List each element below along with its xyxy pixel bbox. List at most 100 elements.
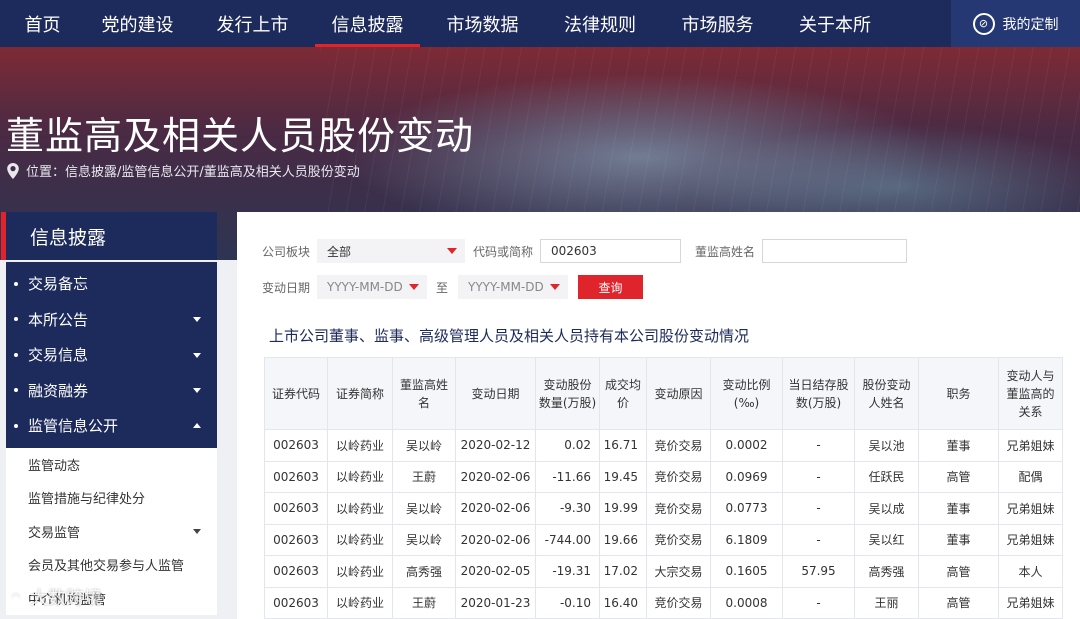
submenu-item-label: 监管措施与纪律处分 xyxy=(28,492,146,508)
sidebar-item-trading-info[interactable]: 交易信息 xyxy=(6,337,217,373)
date-from-select[interactable]: YYYY-MM-DD xyxy=(317,275,427,299)
table-cell: 2020-02-06 xyxy=(455,492,536,525)
my-custom-button[interactable]: ⊘ 我的定制 xyxy=(951,0,1080,47)
nav-item-rules[interactable]: 法律规则 xyxy=(545,0,655,47)
table-cell: 高管 xyxy=(918,460,999,493)
table-cell: 高管 xyxy=(918,586,999,619)
column-header: 变动原因 xyxy=(646,357,711,430)
table-cell: 高秀强 xyxy=(854,555,919,588)
table-cell: 57.95 xyxy=(782,555,855,588)
sidebar-item-label: 本所公告 xyxy=(28,310,89,329)
table-cell: 以岭药业 xyxy=(327,555,393,588)
table-cell: 董事 xyxy=(918,429,999,462)
nav-item-disclosure[interactable]: 信息披露 xyxy=(315,0,420,47)
table-cell: 配偶 xyxy=(998,460,1063,493)
table-row: 002603 以岭药业 王蔚 2020-02-06 -11.66 19.45 竞价交易 0.0… xyxy=(264,460,1063,493)
column-header: 变动日期 xyxy=(455,357,536,430)
nav-item-home[interactable]: 首页 xyxy=(0,0,85,47)
table-cell: 以岭药业 xyxy=(327,586,393,619)
table-cell: 16.40 xyxy=(599,586,647,619)
board-select[interactable]: 全部 xyxy=(317,239,465,263)
watermark: ◠ 大数跨境 xyxy=(6,584,102,610)
table-row: 002603 以岭药业 王蔚 2020-01-23 -0.10 16.40 竞价交易 0.00… xyxy=(264,586,1063,619)
table-cell: 2020-02-05 xyxy=(455,555,536,588)
table-cell: 16.71 xyxy=(599,429,647,462)
top-nav: 首页 党的建设 发行上市 信息披露 市场数据 法律规则 市场服务 关于本所 ⊘ … xyxy=(0,0,1080,47)
table-cell: 吴以岭 xyxy=(392,523,456,556)
column-header: 变动股份数量(万股) xyxy=(535,357,600,430)
nav-item-listing[interactable]: 发行上市 xyxy=(190,0,315,47)
section-title: 上市公司董事、监事、高级管理人员及相关人员持有本公司股份变动情况 xyxy=(269,327,750,345)
table-cell: 吴以成 xyxy=(854,492,919,525)
chevron-up-icon xyxy=(193,422,201,428)
dropdown-arrow-icon xyxy=(447,248,457,254)
sidebar-item-announcements[interactable]: 本所公告 xyxy=(6,302,217,338)
exec-name-input[interactable] xyxy=(762,239,907,263)
table-cell: 吴以红 xyxy=(854,523,919,556)
table-cell: 6.1809 xyxy=(710,523,783,556)
nav-item-party[interactable]: 党的建设 xyxy=(85,0,190,47)
table-cell: 高秀强 xyxy=(392,555,456,588)
table-cell: 19.99 xyxy=(599,492,647,525)
nav-item-services[interactable]: 市场服务 xyxy=(655,0,780,47)
table-cell: 吴以岭 xyxy=(392,429,456,462)
location-pin-icon xyxy=(7,162,19,179)
sidebar-nav: 交易备忘 本所公告 交易信息 融资融券 监管信息公开 xyxy=(6,262,217,448)
table-header-row: 证券代码 证券简称 董监高姓名 变动日期 变动股份数量(万股) 成交均价 变动原… xyxy=(264,357,1063,430)
table-cell: 董事 xyxy=(918,523,999,556)
sidebar-item-margin-trading[interactable]: 融资融券 xyxy=(6,373,217,409)
column-header: 当日结存股数(万股) xyxy=(782,357,855,430)
chevron-down-icon xyxy=(193,317,201,323)
table-row: 002603 以岭药业 吴以岭 2020-02-12 0.02 16.71 竞价交易 0.00… xyxy=(264,429,1063,462)
bullet-icon xyxy=(14,352,18,357)
table-cell: 竞价交易 xyxy=(646,460,711,493)
dropdown-arrow-icon xyxy=(550,284,560,290)
table-cell: - xyxy=(782,523,855,556)
code-input[interactable]: 002603 xyxy=(540,239,681,263)
table-cell: - xyxy=(782,586,855,619)
chevron-down-icon xyxy=(193,388,201,394)
sidebar-item-label: 融资融券 xyxy=(28,381,89,400)
table-cell: 王蔚 xyxy=(392,586,456,619)
table-cell: -0.10 xyxy=(535,586,600,619)
date-to-select[interactable]: YYYY-MM-DD xyxy=(458,275,568,299)
submenu-item-disciplinary-actions[interactable]: 监管措施与纪律处分 xyxy=(6,481,217,515)
table-cell: 002603 xyxy=(264,586,328,619)
table-cell: 19.45 xyxy=(599,460,647,493)
table-cell: 0.0002 xyxy=(710,429,783,462)
column-header: 股份变动人姓名 xyxy=(854,357,919,430)
table-cell: 吴以池 xyxy=(854,429,919,462)
query-button[interactable]: 查询 xyxy=(578,275,643,299)
table-row: 002603 以岭药业 吴以岭 2020-02-06 -9.30 19.99 竞价交易 0.0… xyxy=(264,492,1063,525)
table-cell: 董事 xyxy=(918,492,999,525)
table-cell: 0.0008 xyxy=(710,586,783,619)
sidebar-item-regulatory-info[interactable]: 监管信息公开 xyxy=(6,408,217,444)
table-cell: -19.31 xyxy=(535,555,600,588)
submenu-item-label: 交易监管 xyxy=(28,525,81,541)
table-cell: 0.0773 xyxy=(710,492,783,525)
nav-item-market-data[interactable]: 市场数据 xyxy=(420,0,545,47)
sidebar-item-trading-memo[interactable]: 交易备忘 xyxy=(6,266,217,302)
table-cell: 2020-02-06 xyxy=(455,460,536,493)
nav-item-about[interactable]: 关于本所 xyxy=(780,0,890,47)
table-cell: 王蔚 xyxy=(392,460,456,493)
chevron-down-icon xyxy=(193,529,201,535)
chevron-down-icon xyxy=(193,352,201,358)
table-cell: - xyxy=(782,460,855,493)
table-cell: 兄弟姐妹 xyxy=(998,492,1063,525)
table-cell: 0.1605 xyxy=(710,555,783,588)
submenu-item-trading-supervision[interactable]: 交易监管 xyxy=(6,515,217,549)
submenu-item-member-supervision[interactable]: 会员及其他交易参与人监管 xyxy=(6,548,217,582)
watermark-text: 大数跨境 xyxy=(30,588,102,609)
share-change-table: 证券代码 证券简称 董监高姓名 变动日期 变动股份数量(万股) 成交均价 变动原… xyxy=(264,357,1063,619)
column-header: 董监高姓名 xyxy=(392,357,456,430)
table-cell: 002603 xyxy=(264,429,328,462)
date-from-placeholder: YYYY-MM-DD xyxy=(327,280,403,294)
table-cell: 17.02 xyxy=(599,555,647,588)
submenu-item-regulatory-news[interactable]: 监管动态 xyxy=(6,448,217,482)
my-custom-label: 我的定制 xyxy=(1002,16,1059,33)
sidebar-item-label: 交易备忘 xyxy=(28,275,89,294)
table-cell: - xyxy=(782,492,855,525)
board-select-value: 全部 xyxy=(327,244,352,259)
table-cell: 吴以岭 xyxy=(392,492,456,525)
